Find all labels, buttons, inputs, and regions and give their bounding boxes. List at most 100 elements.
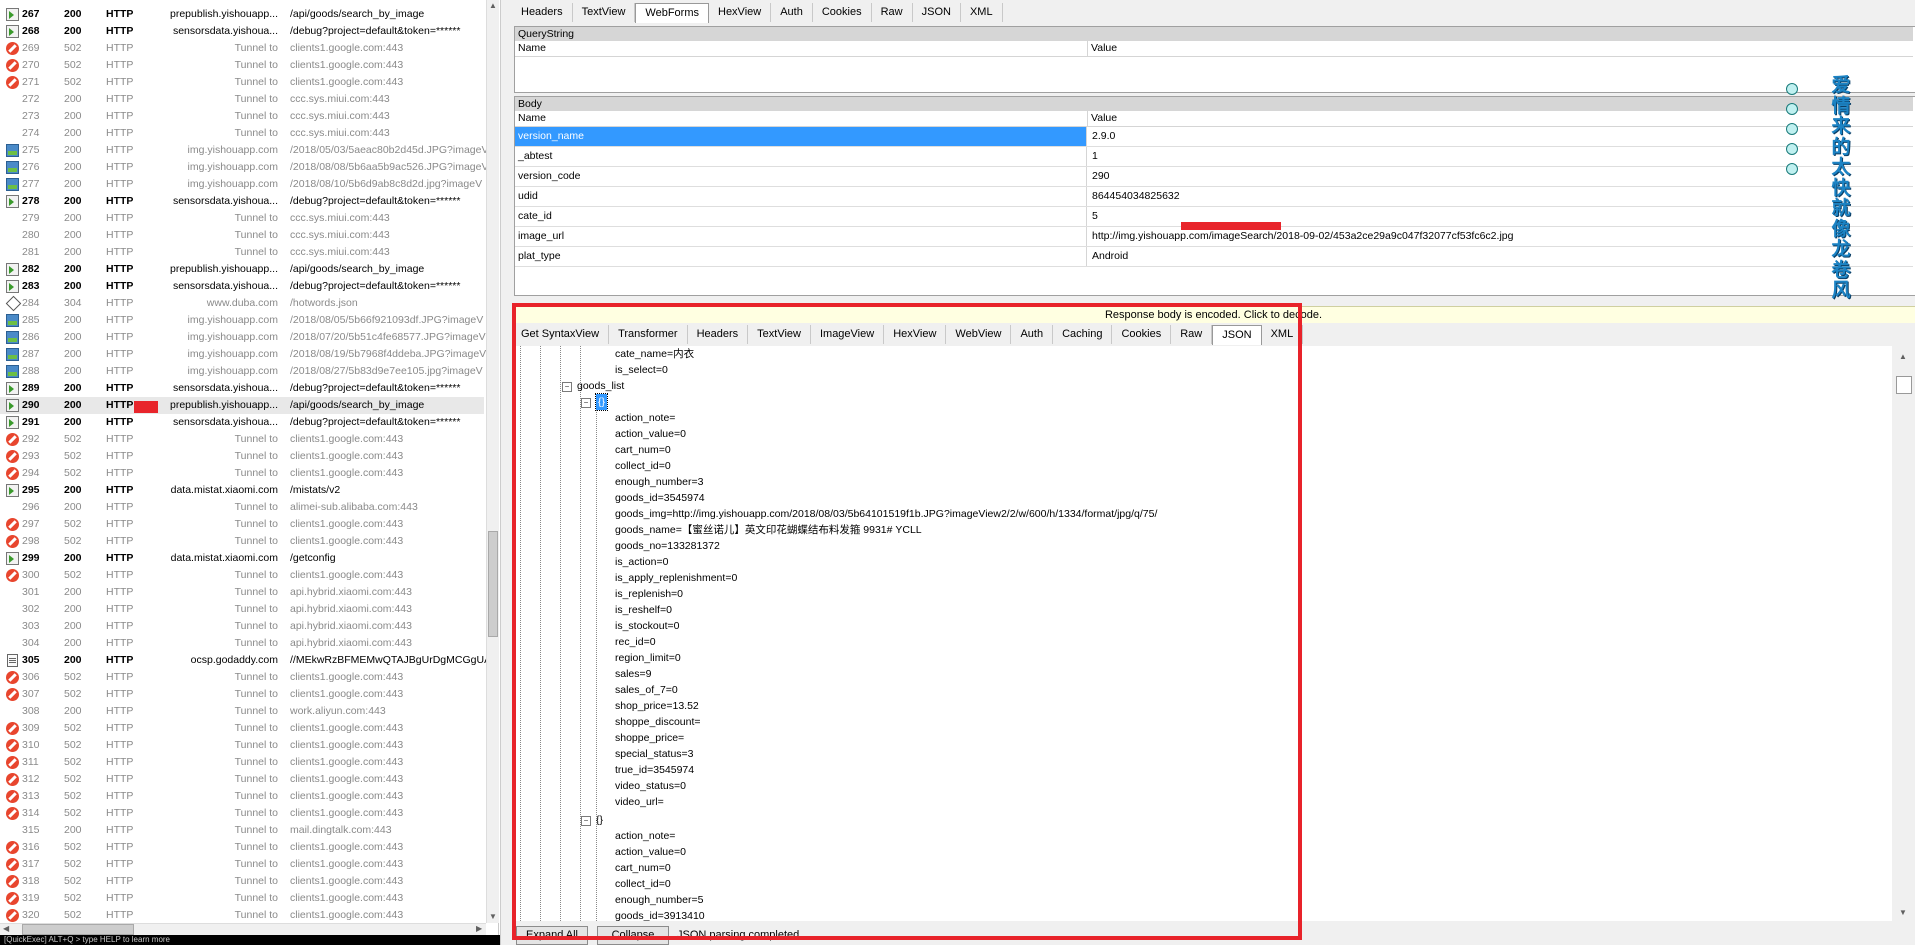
- response-tab-webview[interactable]: WebView: [946, 325, 1012, 344]
- session-row[interactable]: 288 200 HTTP img.yishouapp.com/2018/08/27/5…: [0, 363, 484, 380]
- session-row[interactable]: 272 200 HTTP Tunnel to ccc.sys.miui.com:443: [0, 91, 484, 108]
- tree-leaf[interactable]: shop_price=13.52: [615, 698, 699, 714]
- scroll-down-arrow-icon[interactable]: ▼: [489, 912, 497, 921]
- response-tab-cookies[interactable]: Cookies: [1112, 325, 1172, 344]
- request-tab-hexview[interactable]: HexView: [709, 3, 772, 22]
- request-tab-cookies[interactable]: Cookies: [813, 3, 872, 22]
- session-row[interactable]: 309 502 HTTP Tunnel to clients1.google.com:4…: [0, 720, 484, 737]
- session-row[interactable]: 318 502 HTTP Tunnel to clients1.google.com:4…: [0, 873, 484, 890]
- session-row[interactable]: 316 502 HTTP Tunnel to clients1.google.com:4…: [0, 839, 484, 856]
- collapse-toggle-icon[interactable]: −: [562, 382, 572, 392]
- tree-leaf[interactable]: region_limit=0: [615, 650, 681, 666]
- session-row[interactable]: 319 502 HTTP Tunnel to clients1.google.com:4…: [0, 890, 484, 907]
- tree-leaf[interactable]: shoppe_discount=: [615, 714, 701, 730]
- response-tab-transformer[interactable]: Transformer: [609, 325, 688, 344]
- tree-leaf[interactable]: goods_id=3545974: [615, 490, 705, 506]
- session-row[interactable]: 268 200 HTTP sensorsdata.yishoua... /debug?p…: [0, 23, 484, 40]
- session-row[interactable]: 307 502 HTTP Tunnel to clients1.google.com:4…: [0, 686, 484, 703]
- request-tab-webforms[interactable]: WebForms: [635, 3, 709, 23]
- response-tab-auth[interactable]: Auth: [1011, 325, 1054, 344]
- session-row[interactable]: 296 200 HTTP Tunnel to alimei-sub.alibaba.co…: [0, 499, 484, 516]
- session-row[interactable]: 312 502 HTTP Tunnel to clients1.google.com:4…: [0, 771, 484, 788]
- tree-leaf[interactable]: action_value=0: [615, 426, 686, 442]
- session-row[interactable]: 277 200 HTTP img.yishouapp.com/2018/08/10/5…: [0, 176, 484, 193]
- tree-leaf[interactable]: action_value=0: [615, 844, 686, 860]
- session-row[interactable]: 317 502 HTTP Tunnel to clients1.google.com:4…: [0, 856, 484, 873]
- request-tab-json[interactable]: JSON: [913, 3, 961, 22]
- response-tab-json[interactable]: JSON: [1212, 325, 1262, 345]
- session-row[interactable]: 271 502 HTTP Tunnel to clients1.google.com:4…: [0, 74, 484, 91]
- tree-leaf[interactable]: cart_num=0: [615, 442, 671, 458]
- response-tab-imageview[interactable]: ImageView: [811, 325, 885, 344]
- tree-node-goods-list[interactable]: goods_list: [577, 378, 624, 394]
- response-tab-textview[interactable]: TextView: [748, 325, 811, 344]
- tree-leaf[interactable]: is_select=0: [615, 362, 668, 378]
- tree-leaf[interactable]: collect_id=0: [615, 458, 671, 474]
- request-tab-headers[interactable]: Headers: [512, 3, 573, 22]
- session-row[interactable]: 269 502 HTTP Tunnel to clients1.google.com:4…: [0, 40, 484, 57]
- session-row[interactable]: 295 200 HTTP data.mistat.xiaomi.com/mistats…: [0, 482, 484, 499]
- session-row[interactable]: 303 200 HTTP Tunnel to api.hybrid.xiaomi.com…: [0, 618, 484, 635]
- session-row[interactable]: 313 502 HTTP Tunnel to clients1.google.com:4…: [0, 788, 484, 805]
- tree-leaf[interactable]: is_reshelf=0: [615, 602, 672, 618]
- tree-leaf[interactable]: goods_id=3913410: [615, 908, 705, 921]
- session-row[interactable]: 267 200 HTTP prepublish.yishouapp... /api/go…: [0, 6, 484, 23]
- tree-leaf[interactable]: rec_id=0: [615, 634, 656, 650]
- session-row[interactable]: 274 200 HTTP Tunnel to ccc.sys.miui.com:443: [0, 125, 484, 142]
- tree-leaf[interactable]: action_note=: [615, 828, 675, 844]
- session-row[interactable]: 285 200 HTTP img.yishouapp.com/2018/08/05/5…: [0, 312, 484, 329]
- session-list-vertical-scrollbar[interactable]: [486, 0, 499, 923]
- json-tree-scroll-thumb[interactable]: [1896, 376, 1912, 394]
- response-tab-caching[interactable]: Caching: [1053, 325, 1113, 344]
- session-row[interactable]: 299 200 HTTP data.mistat.xiaomi.com/getconf…: [0, 550, 484, 567]
- tree-scroll-down-arrow-icon[interactable]: ▼: [1899, 908, 1907, 917]
- session-row[interactable]: 308 200 HTTP Tunnel to work.aliyun.com:443: [0, 703, 484, 720]
- session-row[interactable]: 293 502 HTTP Tunnel to clients1.google.com:4…: [0, 448, 484, 465]
- body-row[interactable]: udid 864454034825632: [515, 187, 1913, 207]
- session-row[interactable]: 289 200 HTTP sensorsdata.yishoua... /debug?p…: [0, 380, 484, 397]
- tree-leaf[interactable]: cate_name=内衣: [615, 346, 694, 362]
- request-tab-xml[interactable]: XML: [961, 3, 1003, 22]
- json-tree-scrollbar[interactable]: [1893, 346, 1915, 921]
- scroll-up-arrow-icon[interactable]: ▲: [489, 1, 497, 10]
- tree-leaf[interactable]: special_status=3: [615, 746, 694, 762]
- request-tab-raw[interactable]: Raw: [872, 3, 913, 22]
- session-row[interactable]: 291 200 HTTP sensorsdata.yishoua... /debug?p…: [0, 414, 484, 431]
- collapse-toggle-icon[interactable]: −: [581, 398, 591, 408]
- tree-leaf[interactable]: video_url=: [615, 794, 664, 810]
- tree-leaf[interactable]: goods_name=【蜜丝诺儿】英文印花蝴蝶结布料发箍 9931# YCLL: [615, 522, 922, 538]
- session-row[interactable]: 278 200 HTTP sensorsdata.yishoua... /debug?p…: [0, 193, 484, 210]
- tree-node-item-1[interactable]: {}: [596, 812, 603, 828]
- collapse-toggle-icon[interactable]: −: [581, 816, 591, 826]
- session-row[interactable]: 320 502 HTTP Tunnel to clients1.google.com:4…: [0, 907, 484, 924]
- session-row[interactable]: 311 502 HTTP Tunnel to clients1.google.com:4…: [0, 754, 484, 771]
- response-tab-xml[interactable]: XML: [1262, 325, 1304, 344]
- tree-leaf[interactable]: shoppe_price=: [615, 730, 684, 746]
- tree-leaf[interactable]: is_action=0: [615, 554, 668, 570]
- response-tab-get-syntaxview[interactable]: Get SyntaxView: [512, 325, 610, 344]
- tree-scroll-up-arrow-icon[interactable]: ▲: [1899, 352, 1907, 361]
- quickexec-bar[interactable]: [QuickExec] ALT+Q > type HELP to learn m…: [0, 935, 500, 945]
- querystring-col-value[interactable]: Value: [1087, 41, 1117, 56]
- session-row[interactable]: 283 200 HTTP sensorsdata.yishoua... /debug?p…: [0, 278, 484, 295]
- querystring-col-name[interactable]: Name: [515, 41, 546, 56]
- request-tab-textview[interactable]: TextView: [573, 3, 636, 22]
- session-row[interactable]: 305 200 HTTP ocsp.godaddy.com //MEkwRzBFMEMw…: [0, 652, 486, 669]
- session-row[interactable]: 298 502 HTTP Tunnel to clients1.google.com:4…: [0, 533, 484, 550]
- json-tree-view[interactable]: cate_name=内衣 is_select=0− goods_list −{} act…: [512, 346, 1892, 921]
- session-row[interactable]: 275 200 HTTP img.yishouapp.com/2018/05/03/5…: [0, 142, 486, 159]
- session-row[interactable]: 273 200 HTTP Tunnel to ccc.sys.miui.com:443: [0, 108, 484, 125]
- tree-leaf[interactable]: enough_number=3: [615, 474, 703, 490]
- tree-leaf[interactable]: goods_no=133281372: [615, 538, 720, 554]
- body-row[interactable]: _abtest 1: [515, 147, 1913, 167]
- tree-leaf[interactable]: video_status=0: [615, 778, 686, 794]
- session-row[interactable]: 304 200 HTTP Tunnel to api.hybrid.xiaomi.com…: [0, 635, 484, 652]
- tree-leaf[interactable]: is_stockout=0: [615, 618, 680, 634]
- body-row[interactable]: version_name 2.9.0: [515, 127, 1913, 147]
- session-row[interactable]: 306 502 HTTP Tunnel to clients1.google.com:4…: [0, 669, 484, 686]
- session-row[interactable]: 300 502 HTTP Tunnel to clients1.google.com:4…: [0, 567, 484, 584]
- tree-leaf[interactable]: sales=9: [615, 666, 651, 682]
- body-row[interactable]: version_code 290: [515, 167, 1913, 187]
- session-row[interactable]: 315 200 HTTP Tunnel to mail.dingtalk.com:443: [0, 822, 484, 839]
- request-tab-auth[interactable]: Auth: [771, 3, 813, 22]
